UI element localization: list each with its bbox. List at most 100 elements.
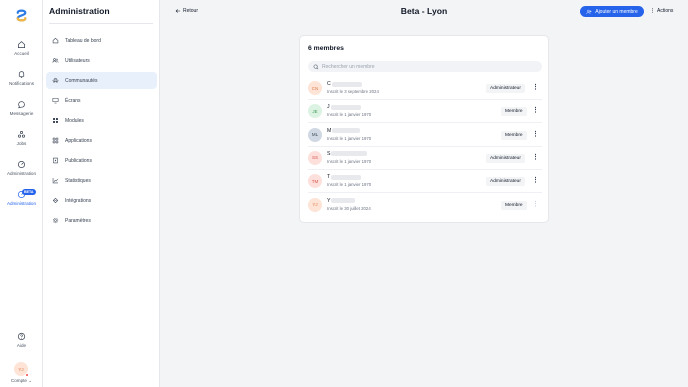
member-avatar: SS [308, 150, 322, 165]
sidebar-item-settings[interactable]: Paramètres [46, 212, 157, 229]
members-count: 6 membres [308, 45, 344, 52]
member-joined-date: Inscrit le 3 septembre 2024 [327, 89, 379, 94]
rail-item-administration-beta[interactable]: Administration [0, 190, 43, 216]
member-row[interactable]: CN C Inscrit le 3 septembre 2024 Administra… [308, 77, 542, 100]
avatar[interactable]: YJ [14, 362, 29, 377]
search-input[interactable] [322, 63, 522, 70]
member-joined-date: Inscrit le 1 janvier 1970 [327, 182, 372, 188]
member-avatar: TM [308, 174, 322, 189]
members-card: 6 membres CN C Inscrit le 3 septembre 2024… [299, 35, 549, 223]
sidebar-item-label: Applications [65, 137, 92, 144]
member-role-badge[interactable]: Administrateur [486, 153, 525, 163]
users-icon [52, 58, 59, 63]
member-menu-kebab-icon[interactable]: ⋮ [532, 106, 539, 116]
sidebar-item-label: Intégrations [65, 197, 92, 204]
member-row[interactable]: ML M Inscrit le 1 janvier 1970 Membre ⋮ [308, 124, 542, 147]
member-menu-kebab-icon[interactable]: ⋮ [532, 130, 539, 140]
publication-icon [52, 157, 59, 164]
sidebar-item-screens[interactable]: Écrans [46, 92, 157, 109]
back-button[interactable]: Retour [175, 8, 198, 14]
member-role-badge[interactable]: Administrateur [486, 84, 525, 93]
rail-item-home[interactable]: Accueil [0, 40, 43, 66]
app-logo[interactable] [14, 8, 29, 23]
back-label: Retour [183, 8, 199, 14]
member-name-initial: M [327, 127, 332, 134]
avatar-initials: YJ [18, 366, 24, 372]
member-search[interactable] [308, 61, 542, 72]
rail-item-label: Accueil [14, 51, 29, 56]
member-menu-kebab-icon[interactable]: ⋮ [532, 83, 539, 93]
kebab-icon: ⋮ [650, 8, 655, 14]
bell-icon [18, 71, 25, 78]
member-name-initial: T [327, 174, 331, 181]
member-role-badge[interactable]: Administrateur [486, 177, 525, 187]
member-role-badge[interactable]: Membre [501, 107, 527, 117]
actions-menu-button[interactable]: ⋮ Actions [650, 8, 673, 14]
app-rail: Accueil Notifications Messagerie Jobs Ad… [0, 0, 43, 387]
page-title: Beta - Lyon [400, 6, 448, 16]
member-row[interactable]: SS S Inscrit le 1 janvier 1970 Administrate… [308, 147, 542, 170]
sidebar-item-label: Utilisateurs [65, 57, 90, 64]
modules-icon [53, 118, 58, 123]
sidebar-item-statistics[interactable]: Statistiques [46, 172, 157, 189]
member-menu-kebab-icon: ⋮ [532, 200, 539, 208]
member-role-badge[interactable]: Membre [501, 130, 527, 140]
sidebar-item-label: Écrans [65, 97, 81, 104]
sidebar-item-label: Tableau de bord [65, 37, 101, 44]
actions-label: Actions [657, 8, 674, 14]
rail-item-administration[interactable]: Administration [0, 160, 43, 186]
redacted-name-mask [330, 104, 361, 110]
member-avatar: JE [308, 104, 322, 119]
rail-item-jobs[interactable]: Jobs [0, 130, 43, 156]
sidebar-item-integrations[interactable]: Intégrations [46, 192, 157, 209]
admin-sidebar: Administration Tableau de bord Utilisate… [43, 0, 160, 387]
add-member-label: Ajouter un membre [595, 8, 638, 15]
rail-item-label: Notifications [8, 81, 35, 86]
member-name: S [327, 150, 368, 157]
chat-icon [18, 101, 25, 109]
notification-dot [25, 373, 29, 377]
rail-item-help[interactable]: Aide [0, 332, 43, 358]
redacted-name-mask [331, 151, 368, 157]
member-name: T [327, 174, 362, 181]
member-row[interactable]: TM T Inscrit le 1 janvier 1970 Administrate… [308, 170, 542, 194]
integration-icon [52, 197, 59, 204]
monitor-icon [52, 97, 59, 104]
sidebar-title: Administration [49, 6, 110, 16]
sidebar-item-users[interactable]: Utilisateurs [46, 52, 157, 69]
sidebar-item-publications[interactable]: Publications [46, 152, 157, 169]
rail-item-messaging[interactable]: Messagerie [0, 100, 43, 126]
sidebar-item-modules[interactable]: Modules [46, 112, 157, 129]
gear-icon [52, 217, 59, 224]
member-menu-kebab-icon[interactable]: ⋮ [532, 153, 539, 163]
member-joined-date: Inscrit le 30 juillet 2024 [327, 205, 371, 211]
apps-icon [52, 137, 59, 144]
sidebar-item-label: Modules [65, 117, 84, 124]
sidebar-item-dashboard[interactable]: Tableau de bord [46, 32, 157, 49]
sidebar-item-applications[interactable]: Applications [46, 132, 157, 149]
member-role-badge[interactable]: Membre [501, 200, 527, 210]
redacted-name-mask [332, 128, 361, 134]
member-row[interactable]: JE J Inscrit le 1 janvier 1970 Membre ⋮ [308, 100, 542, 124]
member-name-initial: S [327, 150, 331, 157]
speedometer-icon [17, 160, 26, 169]
rail-item-label: Administration [6, 201, 37, 206]
add-member-button[interactable]: Ajouter un membre [580, 6, 644, 17]
redacted-name-mask [331, 81, 362, 87]
sidebar-item-label: Communautés [65, 77, 98, 84]
help-icon [17, 332, 26, 341]
member-joined-date: Inscrit le 1 janvier 1970 [327, 112, 372, 118]
member-name: C [327, 81, 362, 87]
account-menu[interactable]: Compte ⌄ [0, 378, 43, 384]
rail-item-label: Aide [16, 343, 27, 348]
member-row[interactable]: YJ Y Inscrit le 30 juillet 2024 Membre ⋮ [308, 194, 542, 217]
arrow-left-icon [175, 9, 181, 13]
sidebar-item-label: Paramètres [65, 217, 91, 224]
member-joined-date: Inscrit le 1 janvier 1970 [327, 135, 372, 141]
member-name-initial: Y [327, 197, 331, 204]
member-menu-kebab-icon[interactable]: ⋮ [532, 176, 539, 186]
sidebar-item-communities[interactable]: Communautés [46, 72, 157, 89]
member-name-initial: C [327, 81, 331, 87]
member-joined-date: Inscrit le 1 janvier 1970 [327, 158, 372, 164]
rail-item-notifications[interactable]: Notifications [0, 70, 43, 96]
